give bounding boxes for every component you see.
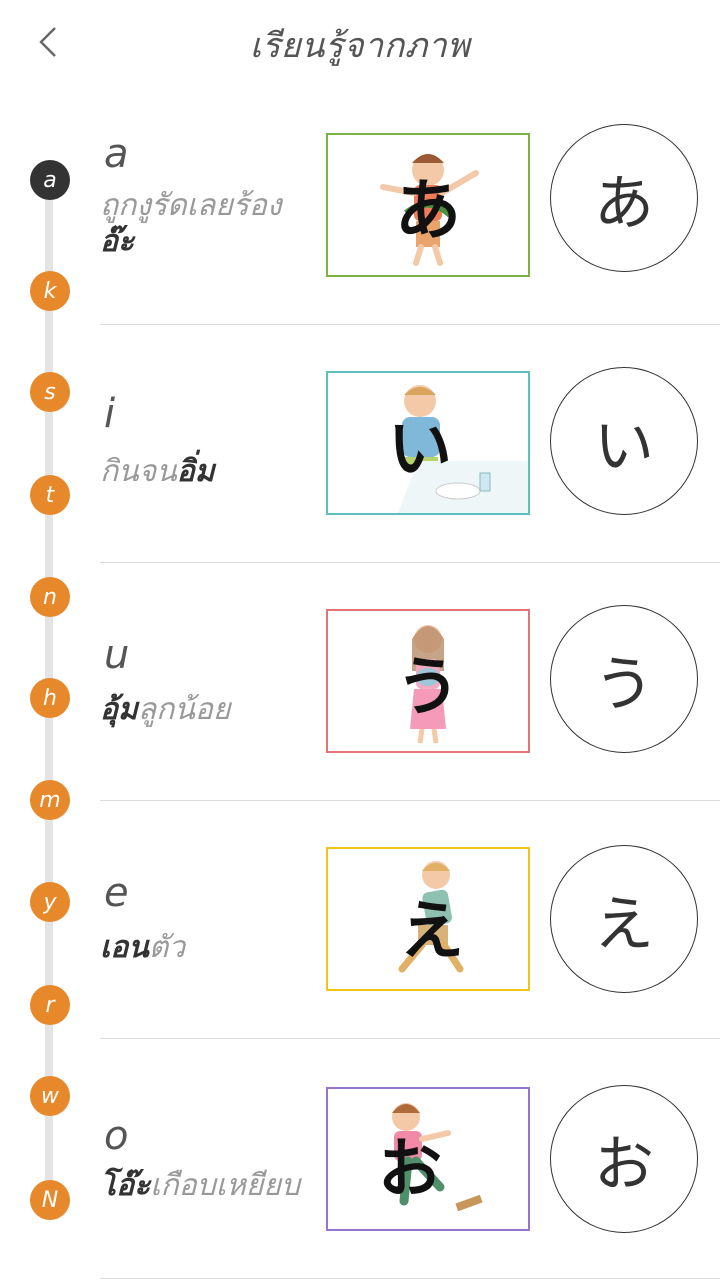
mother-baby-illustration: う <box>396 625 460 744</box>
index-h[interactable]: h <box>30 678 70 718</box>
kana-overlay: え <box>400 895 464 969</box>
kana-button[interactable]: え <box>550 845 698 993</box>
top-bar: เรียนรู้จากภาพ <box>0 0 720 86</box>
romaji-label: u <box>104 632 130 678</box>
mnemonic-text: โอ๊ะเกือบเหยียบ <box>100 1168 300 1203</box>
index-k[interactable]: k <box>30 271 70 311</box>
kana-overlay: お <box>378 1133 442 1207</box>
index-m[interactable]: m <box>30 780 70 820</box>
mnemonic-image[interactable]: あ <box>326 133 530 277</box>
list-item-a[interactable]: a ถูกงูรัดเลยร้องอ๊ะ あ あ <box>100 86 720 325</box>
index-N[interactable]: N <box>30 1180 70 1220</box>
list-item-i[interactable]: i กินจนอิ่ม い い <box>100 324 720 563</box>
list-item-u[interactable]: u อุ้มลูกน้อย う う <box>100 562 720 801</box>
mnemonic-text: กินจนอิ่ม <box>100 454 215 489</box>
boy-stepping-illustration: お <box>378 1103 483 1212</box>
index-y[interactable]: y <box>30 882 70 922</box>
kana-button[interactable]: い <box>550 367 698 515</box>
mnemonic-text: เอนตัว <box>100 930 186 965</box>
mnemonic-image[interactable]: お <box>326 1087 530 1231</box>
mnemonic-image[interactable]: い <box>326 371 530 515</box>
index-n[interactable]: n <box>30 577 70 617</box>
index-r[interactable]: r <box>30 985 70 1025</box>
index-a[interactable]: a <box>30 160 70 200</box>
kana-button[interactable]: お <box>550 1085 698 1233</box>
list-item-o[interactable]: o โอ๊ะเกือบเหยียบ お お <box>100 1040 720 1279</box>
boy-leaning-illustration: え <box>398 861 464 973</box>
list-item-e[interactable]: e เอนตัว え え <box>100 800 720 1039</box>
kana-overlay: い <box>388 413 452 487</box>
romaji-label: o <box>104 1113 129 1159</box>
kana-overlay: う <box>396 651 460 725</box>
romaji-label: e <box>104 870 129 916</box>
page-title: เรียนรู้จากภาพ <box>249 26 471 66</box>
mnemonic-image[interactable]: う <box>326 609 530 753</box>
kana-overlay: あ <box>395 172 461 249</box>
boy-snake-illustration: あ <box>380 154 479 266</box>
mnemonic-image[interactable]: え <box>326 847 530 991</box>
romaji-label: a <box>104 131 129 177</box>
kana-button[interactable]: あ <box>550 124 698 272</box>
romaji-label: i <box>104 391 116 437</box>
index-s[interactable]: s <box>30 372 70 412</box>
boy-eating-illustration: い <box>388 385 528 513</box>
index-t[interactable]: t <box>30 475 70 515</box>
mnemonic-text: อุ้มลูกน้อย <box>100 692 231 727</box>
index-w[interactable]: w <box>30 1076 70 1116</box>
mnemonic-text: ถูกงูรัดเลยร้องอ๊ะ <box>100 188 282 259</box>
kana-button[interactable]: う <box>550 605 698 753</box>
